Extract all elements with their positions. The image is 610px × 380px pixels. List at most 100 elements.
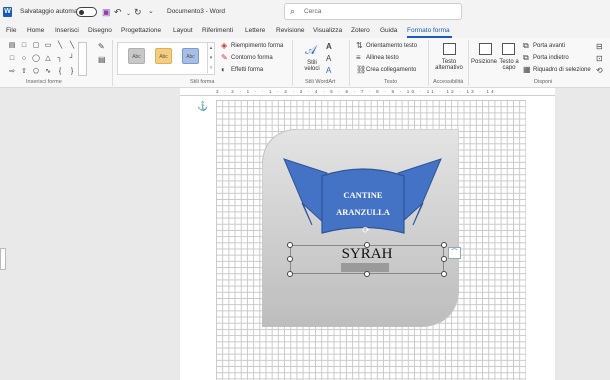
search-icon: ⌕	[290, 6, 296, 16]
tab-review[interactable]: Revisione	[276, 27, 305, 34]
line-shape-icon[interactable]: ╲	[68, 42, 76, 50]
tab-draw[interactable]: Disegno	[88, 27, 112, 34]
shape-outline-button[interactable]: Contorno forma	[231, 55, 273, 61]
group-icon[interactable]: ⊡	[596, 55, 603, 63]
create-link-button[interactable]: Crea collegamento	[366, 67, 416, 73]
resize-handle[interactable]	[441, 242, 447, 248]
text-outline-icon[interactable]: A	[326, 55, 331, 63]
arrow-shape-icon[interactable]: ⇨	[8, 68, 16, 76]
pen-outline-icon: ✎	[221, 53, 228, 62]
tab-design[interactable]: Progettazione	[121, 27, 161, 34]
brace-shape-icon[interactable]: }	[68, 68, 76, 76]
arrow-up-shape-icon[interactable]: ⇧	[20, 68, 28, 76]
draw-textbox-icon[interactable]: ▤	[98, 56, 106, 64]
style-swatch-gray[interactable]: Abc	[128, 48, 145, 64]
tab-references[interactable]: Riferimenti	[202, 27, 233, 34]
text-direction-icon: ⇅	[356, 41, 363, 50]
ruler-ticks: 3 · 2 · 1 · · 1 · 2 · 3 · 4 · 5 · 6 · 7 …	[216, 89, 496, 94]
search-placeholder: Cerca	[304, 8, 322, 15]
tab-insert[interactable]: Inserisci	[55, 27, 79, 34]
text-direction-button[interactable]: Orientamento testo	[366, 43, 417, 49]
edit-shape-icon[interactable]: ✎	[98, 43, 105, 51]
group-label-wordart-styles: Stili WordArt	[305, 79, 336, 85]
line-shape-icon[interactable]: ╲	[56, 42, 64, 50]
alt-text-icon[interactable]	[443, 43, 456, 55]
rounded-rect-shape-icon[interactable]: ▢	[32, 42, 40, 50]
resize-handle[interactable]	[287, 242, 293, 248]
resize-handle[interactable]	[287, 256, 293, 262]
resize-handle[interactable]	[441, 271, 447, 277]
link-icon: ⛓	[356, 65, 367, 74]
shape-fill-button[interactable]: Riempimento forma	[231, 43, 283, 49]
elbow-connector-icon[interactable]: ┘	[68, 55, 76, 63]
navigation-pane-handle[interactable]	[0, 248, 6, 270]
group-label-shape-styles: Stili forma	[190, 79, 215, 85]
tab-mailings[interactable]: Lettere	[245, 27, 265, 34]
shape-effects-button[interactable]: Effetti forma	[231, 67, 263, 73]
toggle-knob	[79, 9, 84, 15]
rectangle-shape-icon[interactable]: □	[20, 42, 28, 50]
anchor-icon: ⚓	[197, 101, 209, 111]
resize-handle[interactable]	[441, 256, 447, 262]
circle-shape-icon[interactable]: ◯	[32, 55, 40, 63]
triangle-shape-icon[interactable]: △	[44, 55, 52, 63]
resize-handle[interactable]	[364, 271, 370, 277]
elbow-connector-icon[interactable]: ┐	[56, 55, 64, 63]
bring-forward-button[interactable]: Porta avanti	[533, 43, 565, 49]
save-icon[interactable]: ▣	[102, 6, 111, 18]
group-separator	[468, 40, 469, 86]
style-swatch-blue[interactable]: Abc	[182, 48, 199, 64]
rotate-handle-icon[interactable]: ⟳	[362, 225, 370, 235]
chevron-down-icon[interactable]: ⌄	[126, 8, 131, 20]
brace-shape-icon[interactable]: {	[56, 68, 64, 76]
group-label-text: Testo	[384, 79, 398, 85]
oval-shape-icon[interactable]: ○	[20, 55, 28, 63]
send-backward-icon: ⧉	[523, 53, 529, 62]
wine-label-shape[interactable]: CANTINE ARANZULLA ⟳	[262, 129, 459, 327]
tab-zotero[interactable]: Zotero	[351, 27, 370, 34]
align-text-button[interactable]: Allinea testo	[366, 55, 399, 61]
resize-handle[interactable]	[364, 242, 370, 248]
styles-scroll-arrows[interactable]: ▴ ▾ ▿	[207, 43, 214, 73]
autosave-toggle[interactable]	[76, 7, 97, 17]
alt-text-button[interactable]: Testo alternativo	[432, 59, 466, 71]
position-button[interactable]: Posizione	[471, 59, 497, 65]
wrap-text-button[interactable]: Testo a capo	[499, 59, 519, 71]
wrap-text-icon[interactable]	[502, 43, 515, 55]
tab-view[interactable]: Visualizza	[313, 27, 342, 34]
style-swatch-gold[interactable]: Abc	[155, 48, 172, 64]
rotate-icon[interactable]: ⟲	[596, 67, 603, 75]
gallery-more-button[interactable]	[78, 42, 87, 76]
group-separator	[112, 40, 113, 86]
redo-icon[interactable]: ↻	[134, 6, 142, 18]
selection-pane-button[interactable]: Riquadro di selezione	[533, 67, 591, 73]
layout-options-icon[interactable]: ⌒	[448, 247, 461, 259]
square-shape-icon[interactable]: □	[8, 55, 16, 63]
group-label-accessibility: Accessibilità	[433, 79, 464, 85]
textbox-shape-icon[interactable]: ▤	[8, 42, 16, 50]
tab-shape-format[interactable]: Formato forma	[407, 27, 450, 34]
frame-shape-icon[interactable]: ▭	[44, 42, 52, 50]
selection-pane-icon: ▦	[523, 65, 531, 74]
tab-home[interactable]: Home	[27, 27, 44, 34]
undo-icon[interactable]: ↶	[114, 6, 122, 18]
group-separator	[292, 40, 293, 86]
effects-icon: ◐	[221, 65, 226, 74]
pentagon-shape-icon[interactable]: ⬠	[32, 68, 40, 76]
quick-styles-icon[interactable]: 𝒜	[305, 44, 316, 56]
resize-handle[interactable]	[287, 271, 293, 277]
banner-text-line1: CANTINE	[343, 190, 383, 200]
tab-layout[interactable]: Layout	[173, 27, 193, 34]
quick-styles-button[interactable]: Stili veloci	[300, 60, 324, 72]
customize-qat-icon[interactable]: ⌄	[148, 6, 154, 18]
send-backward-button[interactable]: Porta indietro	[533, 55, 569, 61]
text-fill-icon[interactable]: A	[326, 43, 332, 51]
tab-file[interactable]: File	[6, 27, 16, 34]
text-effects-icon[interactable]: A	[326, 67, 331, 75]
tab-help[interactable]: Guida	[380, 27, 397, 34]
align-icon[interactable]: ⊟	[596, 43, 603, 51]
position-icon[interactable]	[479, 43, 492, 55]
align-text-icon: ≡	[356, 53, 361, 62]
banner-text-line2: ARANZULLA	[336, 207, 391, 217]
curve-shape-icon[interactable]: ∿	[44, 68, 52, 76]
